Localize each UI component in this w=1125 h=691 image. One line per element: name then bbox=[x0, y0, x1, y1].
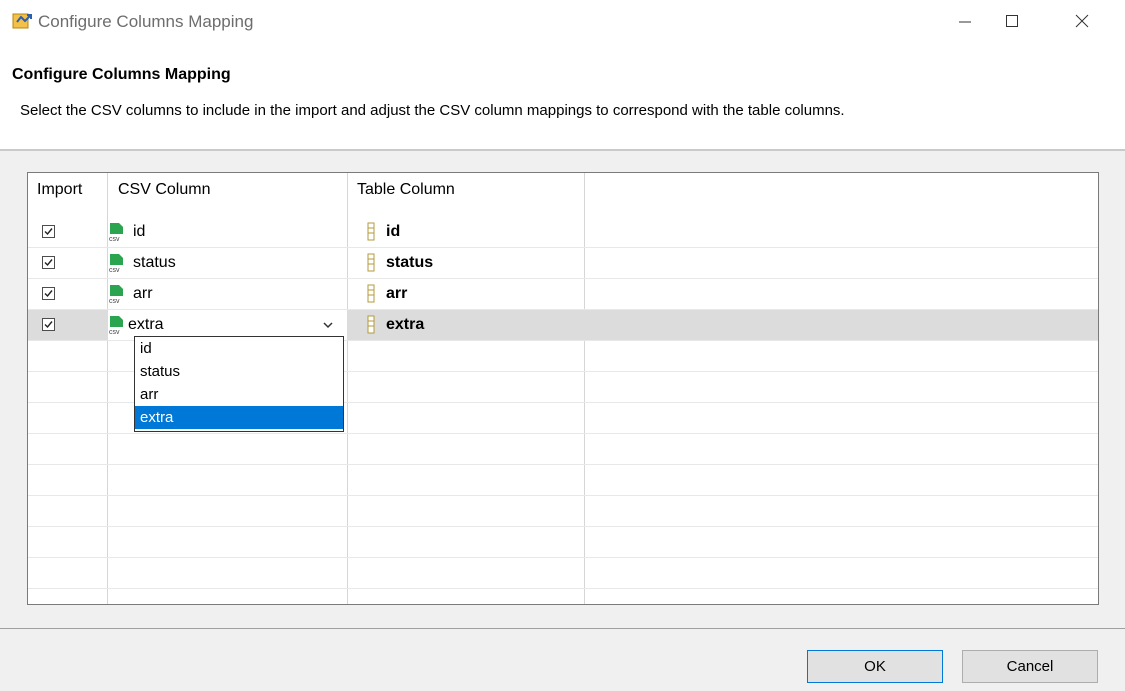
table-column-name[interactable]: id bbox=[386, 223, 400, 241]
dropdown-option-extra[interactable]: extra bbox=[135, 406, 343, 429]
maximize-icon bbox=[1006, 15, 1018, 27]
csv-file-icon: csv bbox=[109, 223, 123, 242]
empty-row bbox=[28, 558, 1098, 589]
empty-row bbox=[28, 465, 1098, 496]
combo-value[interactable]: extra bbox=[128, 316, 164, 334]
table-column-name[interactable]: status bbox=[386, 254, 433, 272]
import-checkbox[interactable] bbox=[42, 287, 55, 300]
empty-row bbox=[28, 527, 1098, 558]
header-import[interactable]: Import bbox=[37, 173, 82, 206]
table-column-icon bbox=[367, 315, 375, 334]
svg-text:csv: csv bbox=[109, 267, 120, 273]
table-column-icon bbox=[367, 284, 375, 303]
table-column-icon bbox=[367, 253, 375, 272]
checkmark-icon bbox=[44, 321, 53, 329]
import-checkbox[interactable] bbox=[42, 256, 55, 269]
page-description: Select the CSV columns to include in the… bbox=[20, 102, 845, 119]
empty-row bbox=[28, 496, 1098, 527]
maximize-button[interactable] bbox=[992, 6, 1032, 36]
close-icon bbox=[1075, 14, 1089, 28]
cancel-button[interactable]: Cancel bbox=[962, 650, 1098, 683]
csv-column-name[interactable]: id bbox=[133, 223, 145, 241]
close-button[interactable] bbox=[1062, 6, 1102, 36]
csv-file-icon: csv bbox=[109, 254, 123, 273]
ok-button[interactable]: OK bbox=[807, 650, 943, 683]
csv-file-icon: csv bbox=[109, 285, 123, 304]
table-column-name[interactable]: arr bbox=[386, 285, 407, 303]
header-table-column[interactable]: Table Column bbox=[357, 173, 455, 206]
column-mapping-table[interactable]: Import CSV Column Table Column csv id id… bbox=[27, 172, 1099, 605]
svg-text:csv: csv bbox=[109, 329, 120, 335]
header-csv-column[interactable]: CSV Column bbox=[118, 173, 210, 206]
footer-divider bbox=[0, 628, 1125, 629]
dropdown-option-arr[interactable]: arr bbox=[135, 383, 343, 406]
checkmark-icon bbox=[44, 290, 53, 298]
csv-column-dropdown-list[interactable]: id status arr extra bbox=[134, 336, 344, 432]
import-checkbox[interactable] bbox=[42, 225, 55, 238]
checkmark-icon bbox=[44, 259, 53, 267]
window-title: Configure Columns Mapping bbox=[38, 12, 254, 31]
checkmark-icon bbox=[44, 228, 53, 236]
csv-column-name[interactable]: arr bbox=[133, 285, 153, 303]
minimize-button[interactable] bbox=[945, 6, 985, 36]
import-checkbox[interactable] bbox=[42, 318, 55, 331]
table-row[interactable]: csv arr arr bbox=[28, 279, 1098, 310]
svg-text:csv: csv bbox=[109, 298, 120, 304]
title-bar: Configure Columns Mapping bbox=[0, 0, 1125, 42]
wizard-header: Configure Columns Mapping Select the CSV… bbox=[0, 42, 1125, 151]
import-wizard-icon bbox=[12, 13, 32, 29]
page-title: Configure Columns Mapping bbox=[12, 66, 231, 83]
table-column-icon bbox=[367, 222, 375, 241]
csv-file-icon: csv bbox=[109, 316, 123, 335]
csv-column-name[interactable]: status bbox=[133, 254, 176, 272]
svg-text:csv: csv bbox=[109, 236, 120, 242]
dropdown-option-id[interactable]: id bbox=[135, 337, 343, 360]
table-column-name[interactable]: extra bbox=[386, 316, 424, 334]
minimize-icon bbox=[959, 21, 971, 23]
dropdown-option-status[interactable]: status bbox=[135, 360, 343, 383]
table-row[interactable]: csv status status bbox=[28, 248, 1098, 279]
empty-row bbox=[28, 434, 1098, 465]
table-row[interactable]: csv id id bbox=[28, 217, 1098, 248]
chevron-down-icon[interactable] bbox=[320, 317, 336, 333]
